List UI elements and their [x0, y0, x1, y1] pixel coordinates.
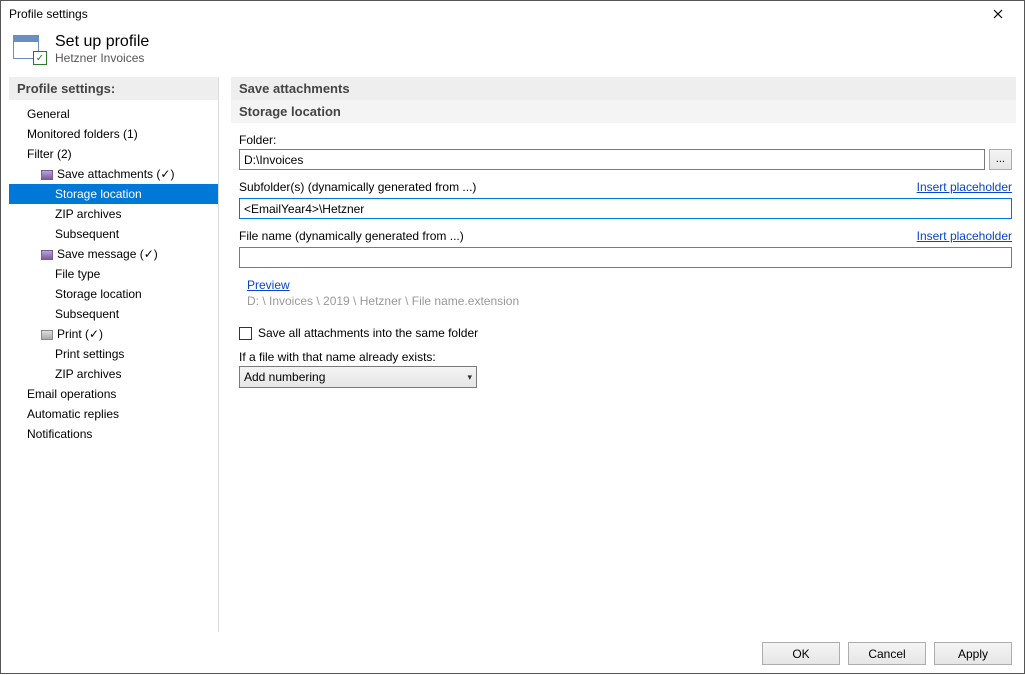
chevron-down-icon: ▾: [467, 372, 472, 383]
close-button[interactable]: [980, 1, 1016, 27]
nav-item-label: General: [27, 107, 70, 121]
sidebar-header: Profile settings:: [9, 77, 218, 100]
preview-path: D: \ Invoices \ 2019 \ Hetzner \ File na…: [247, 294, 1012, 308]
main-panel: Save attachments Storage location Folder…: [219, 77, 1024, 632]
titlebar: Profile settings: [1, 1, 1024, 27]
nav-item-3[interactable]: Save attachments (✓): [9, 164, 218, 184]
filename-input[interactable]: [239, 247, 1012, 268]
preview-link[interactable]: Preview: [247, 278, 290, 292]
nav-item-label: ZIP archives: [55, 367, 121, 381]
nav-item-8[interactable]: File type: [9, 264, 218, 284]
save-all-checkbox[interactable]: [239, 327, 252, 340]
insert-placeholder-filename-link[interactable]: Insert placeholder: [917, 229, 1012, 243]
nav-item-16[interactable]: Notifications: [9, 424, 218, 444]
ok-button[interactable]: OK: [762, 642, 840, 665]
close-icon: [993, 9, 1003, 19]
nav-item-label: Subsequent: [55, 307, 119, 321]
folder-label: Folder:: [239, 133, 1012, 147]
cancel-button[interactable]: Cancel: [848, 642, 926, 665]
subfolder-label: Subfolder(s) (dynamically generated from…: [239, 180, 476, 194]
print-icon: [41, 330, 53, 340]
nav-item-4[interactable]: Storage location: [9, 184, 218, 204]
dialog-header: ✓ Set up profile Hetzner Invoices: [1, 27, 1024, 77]
nav-item-2[interactable]: Filter (2): [9, 144, 218, 164]
nav-item-label: ZIP archives: [55, 207, 121, 221]
nav-item-1[interactable]: Monitored folders (1): [9, 124, 218, 144]
nav-item-14[interactable]: Email operations: [9, 384, 218, 404]
nav-item-10[interactable]: Subsequent: [9, 304, 218, 324]
nav-item-12[interactable]: Print settings: [9, 344, 218, 364]
nav-item-15[interactable]: Automatic replies: [9, 404, 218, 424]
browse-folder-button[interactable]: ...: [989, 149, 1012, 170]
nav-tree: General Monitored folders (1) Filter (2) Sa…: [9, 100, 218, 444]
nav-item-label: Save attachments (✓): [57, 167, 174, 181]
file-exists-value: Add numbering: [244, 370, 325, 384]
dialog-footer: OK Cancel Apply: [1, 632, 1024, 675]
nav-item-0[interactable]: General: [9, 104, 218, 124]
nav-item-label: Save message (✓): [57, 247, 158, 261]
save-all-label: Save all attachments into the same folde…: [258, 326, 478, 340]
subfolder-input[interactable]: [239, 198, 1012, 219]
nav-item-6[interactable]: Subsequent: [9, 224, 218, 244]
file-exists-select[interactable]: Add numbering ▾: [239, 366, 477, 388]
nav-item-label: Print (✓): [57, 327, 103, 341]
save-icon: [41, 170, 53, 180]
file-exists-label: If a file with that name already exists:: [239, 350, 1012, 364]
filename-label: File name (dynamically generated from ..…: [239, 229, 464, 243]
save-icon: [41, 250, 53, 260]
nav-item-label: File type: [55, 267, 100, 281]
nav-item-label: Print settings: [55, 347, 124, 361]
dialog-title: Set up profile: [55, 33, 149, 51]
nav-item-label: Filter (2): [27, 147, 72, 161]
apply-button[interactable]: Apply: [934, 642, 1012, 665]
nav-item-label: Subsequent: [55, 227, 119, 241]
nav-item-label: Monitored folders (1): [27, 127, 138, 141]
nav-item-13[interactable]: ZIP archives: [9, 364, 218, 384]
profile-icon: ✓: [13, 35, 45, 63]
folder-input[interactable]: [239, 149, 985, 170]
nav-item-label: Email operations: [27, 387, 116, 401]
insert-placeholder-subfolder-link[interactable]: Insert placeholder: [917, 180, 1012, 194]
nav-item-label: Automatic replies: [27, 407, 119, 421]
nav-item-label: Notifications: [27, 427, 92, 441]
window-title: Profile settings: [9, 7, 88, 21]
nav-item-5[interactable]: ZIP archives: [9, 204, 218, 224]
sidebar: Profile settings: General Monitored folde…: [9, 77, 219, 632]
nav-item-label: Storage location: [55, 287, 142, 301]
nav-item-11[interactable]: Print (✓): [9, 324, 218, 344]
nav-item-7[interactable]: Save message (✓): [9, 244, 218, 264]
section-heading-storage-location: Storage location: [231, 100, 1016, 123]
dialog-subtitle: Hetzner Invoices: [55, 51, 149, 65]
nav-item-label: Storage location: [55, 187, 142, 201]
nav-item-9[interactable]: Storage location: [9, 284, 218, 304]
section-heading-save-attachments: Save attachments: [231, 77, 1016, 100]
